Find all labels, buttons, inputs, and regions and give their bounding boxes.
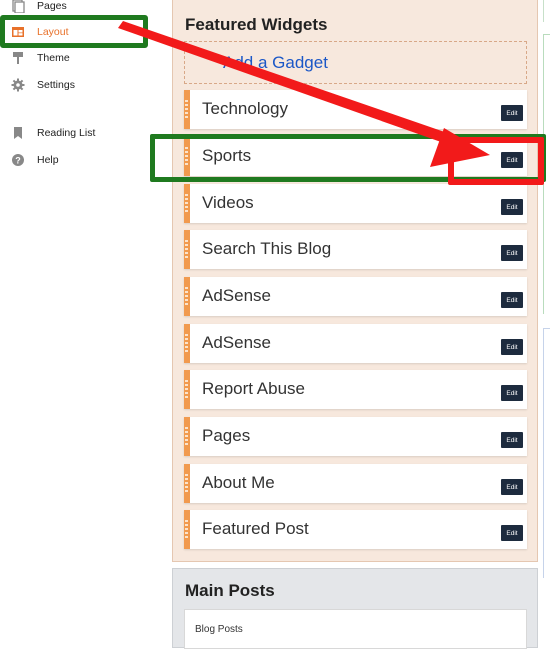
sidebar-item-settings[interactable]: Settings [0,73,160,97]
edit-button[interactable]: Edit [501,385,523,401]
adjacent-column-green [543,34,550,314]
edit-button[interactable]: Edit [501,245,523,261]
drag-handle-icon[interactable] [185,380,188,398]
drag-handle-icon[interactable] [185,520,188,538]
gadget-report-abuse[interactable]: Report Abuse Edit [184,370,527,409]
gadget-sports[interactable]: Sports Edit [184,137,527,176]
drag-handle-icon[interactable] [185,240,188,258]
edit-button[interactable]: Edit [501,105,523,121]
main-posts-section: Main Posts Blog Posts [172,568,538,649]
sidebar-item-reading-list[interactable]: Reading List [0,121,160,145]
sidebar-item-label: Reading List [37,127,96,139]
drag-handle-icon[interactable] [185,427,188,445]
svg-text:?: ? [15,156,21,166]
edit-button[interactable]: Edit [501,199,523,215]
sidebar-item-pages[interactable]: Pages [0,0,160,18]
gadget-search-this-blog[interactable]: Search This Blog Edit [184,230,527,269]
gadget-videos[interactable]: Videos Edit [184,184,527,223]
section-title: Main Posts [185,581,275,600]
sidebar-item-layout[interactable]: Layout [0,20,160,44]
theme-icon [11,51,25,65]
edit-button[interactable]: Edit [501,432,523,448]
sidebar-item-label: Settings [37,79,75,91]
gadget-featured-post[interactable]: Featured Post Edit [184,510,527,549]
gadget-label: Report Abuse [202,379,306,398]
edit-button[interactable]: Edit [501,339,523,355]
layout-icon [11,25,25,39]
sidebar-item-label: Theme [37,52,70,64]
drag-handle-icon[interactable] [185,147,188,165]
gadget-label: AdSense [202,333,271,352]
edit-button[interactable]: Edit [501,292,523,308]
edit-button[interactable]: Edit [501,479,523,495]
gadget-adsense-2[interactable]: AdSense Edit [184,324,527,363]
adjacent-column-top [543,0,550,22]
sidebar-item-help[interactable]: ? Help [0,148,160,172]
section-title: Featured Widgets [185,15,328,34]
drag-handle-icon[interactable] [185,334,188,352]
gadget-label: Pages [202,426,251,445]
pages-icon [11,0,25,13]
settings-icon [11,78,25,92]
add-gadget-button[interactable]: Add a Gadget [184,41,527,84]
gadget-label: Videos [202,193,254,212]
gadget-label: Sports [202,146,252,165]
gadget-label: Featured Post [202,519,309,538]
gadget-adsense-1[interactable]: AdSense Edit [184,277,527,316]
gadget-label: Blog Posts [195,624,243,635]
gadget-pages[interactable]: Pages Edit [184,417,527,456]
adjacent-column-blue [543,328,550,578]
sidebar-item-label: Help [37,154,59,166]
bookmark-icon [11,126,25,140]
drag-handle-icon[interactable] [185,100,188,118]
featured-widgets-section: Featured Widgets Add a Gadget Technology… [172,0,538,562]
gadget-about-me[interactable]: About Me Edit [184,464,527,503]
sidebar-item-label: Layout [37,26,69,38]
blog-posts-gadget[interactable]: Blog Posts [184,609,527,649]
gadget-label: About Me [202,473,275,492]
sidebar: Pages Layout Theme Settings Reading List… [0,0,160,640]
sidebar-item-theme[interactable]: Theme [0,46,160,70]
sidebar-item-label: Pages [37,0,67,12]
drag-handle-icon[interactable] [185,194,188,212]
gadget-technology[interactable]: Technology Edit [184,90,527,129]
help-icon: ? [11,153,25,167]
edit-button[interactable]: Edit [501,525,523,541]
drag-handle-icon[interactable] [185,287,188,305]
gadget-label: AdSense [202,286,271,305]
gadget-label: Technology [202,99,289,118]
edit-button[interactable]: Edit [501,152,523,168]
drag-handle-icon[interactable] [185,474,188,492]
gadget-label: Search This Blog [202,239,332,258]
